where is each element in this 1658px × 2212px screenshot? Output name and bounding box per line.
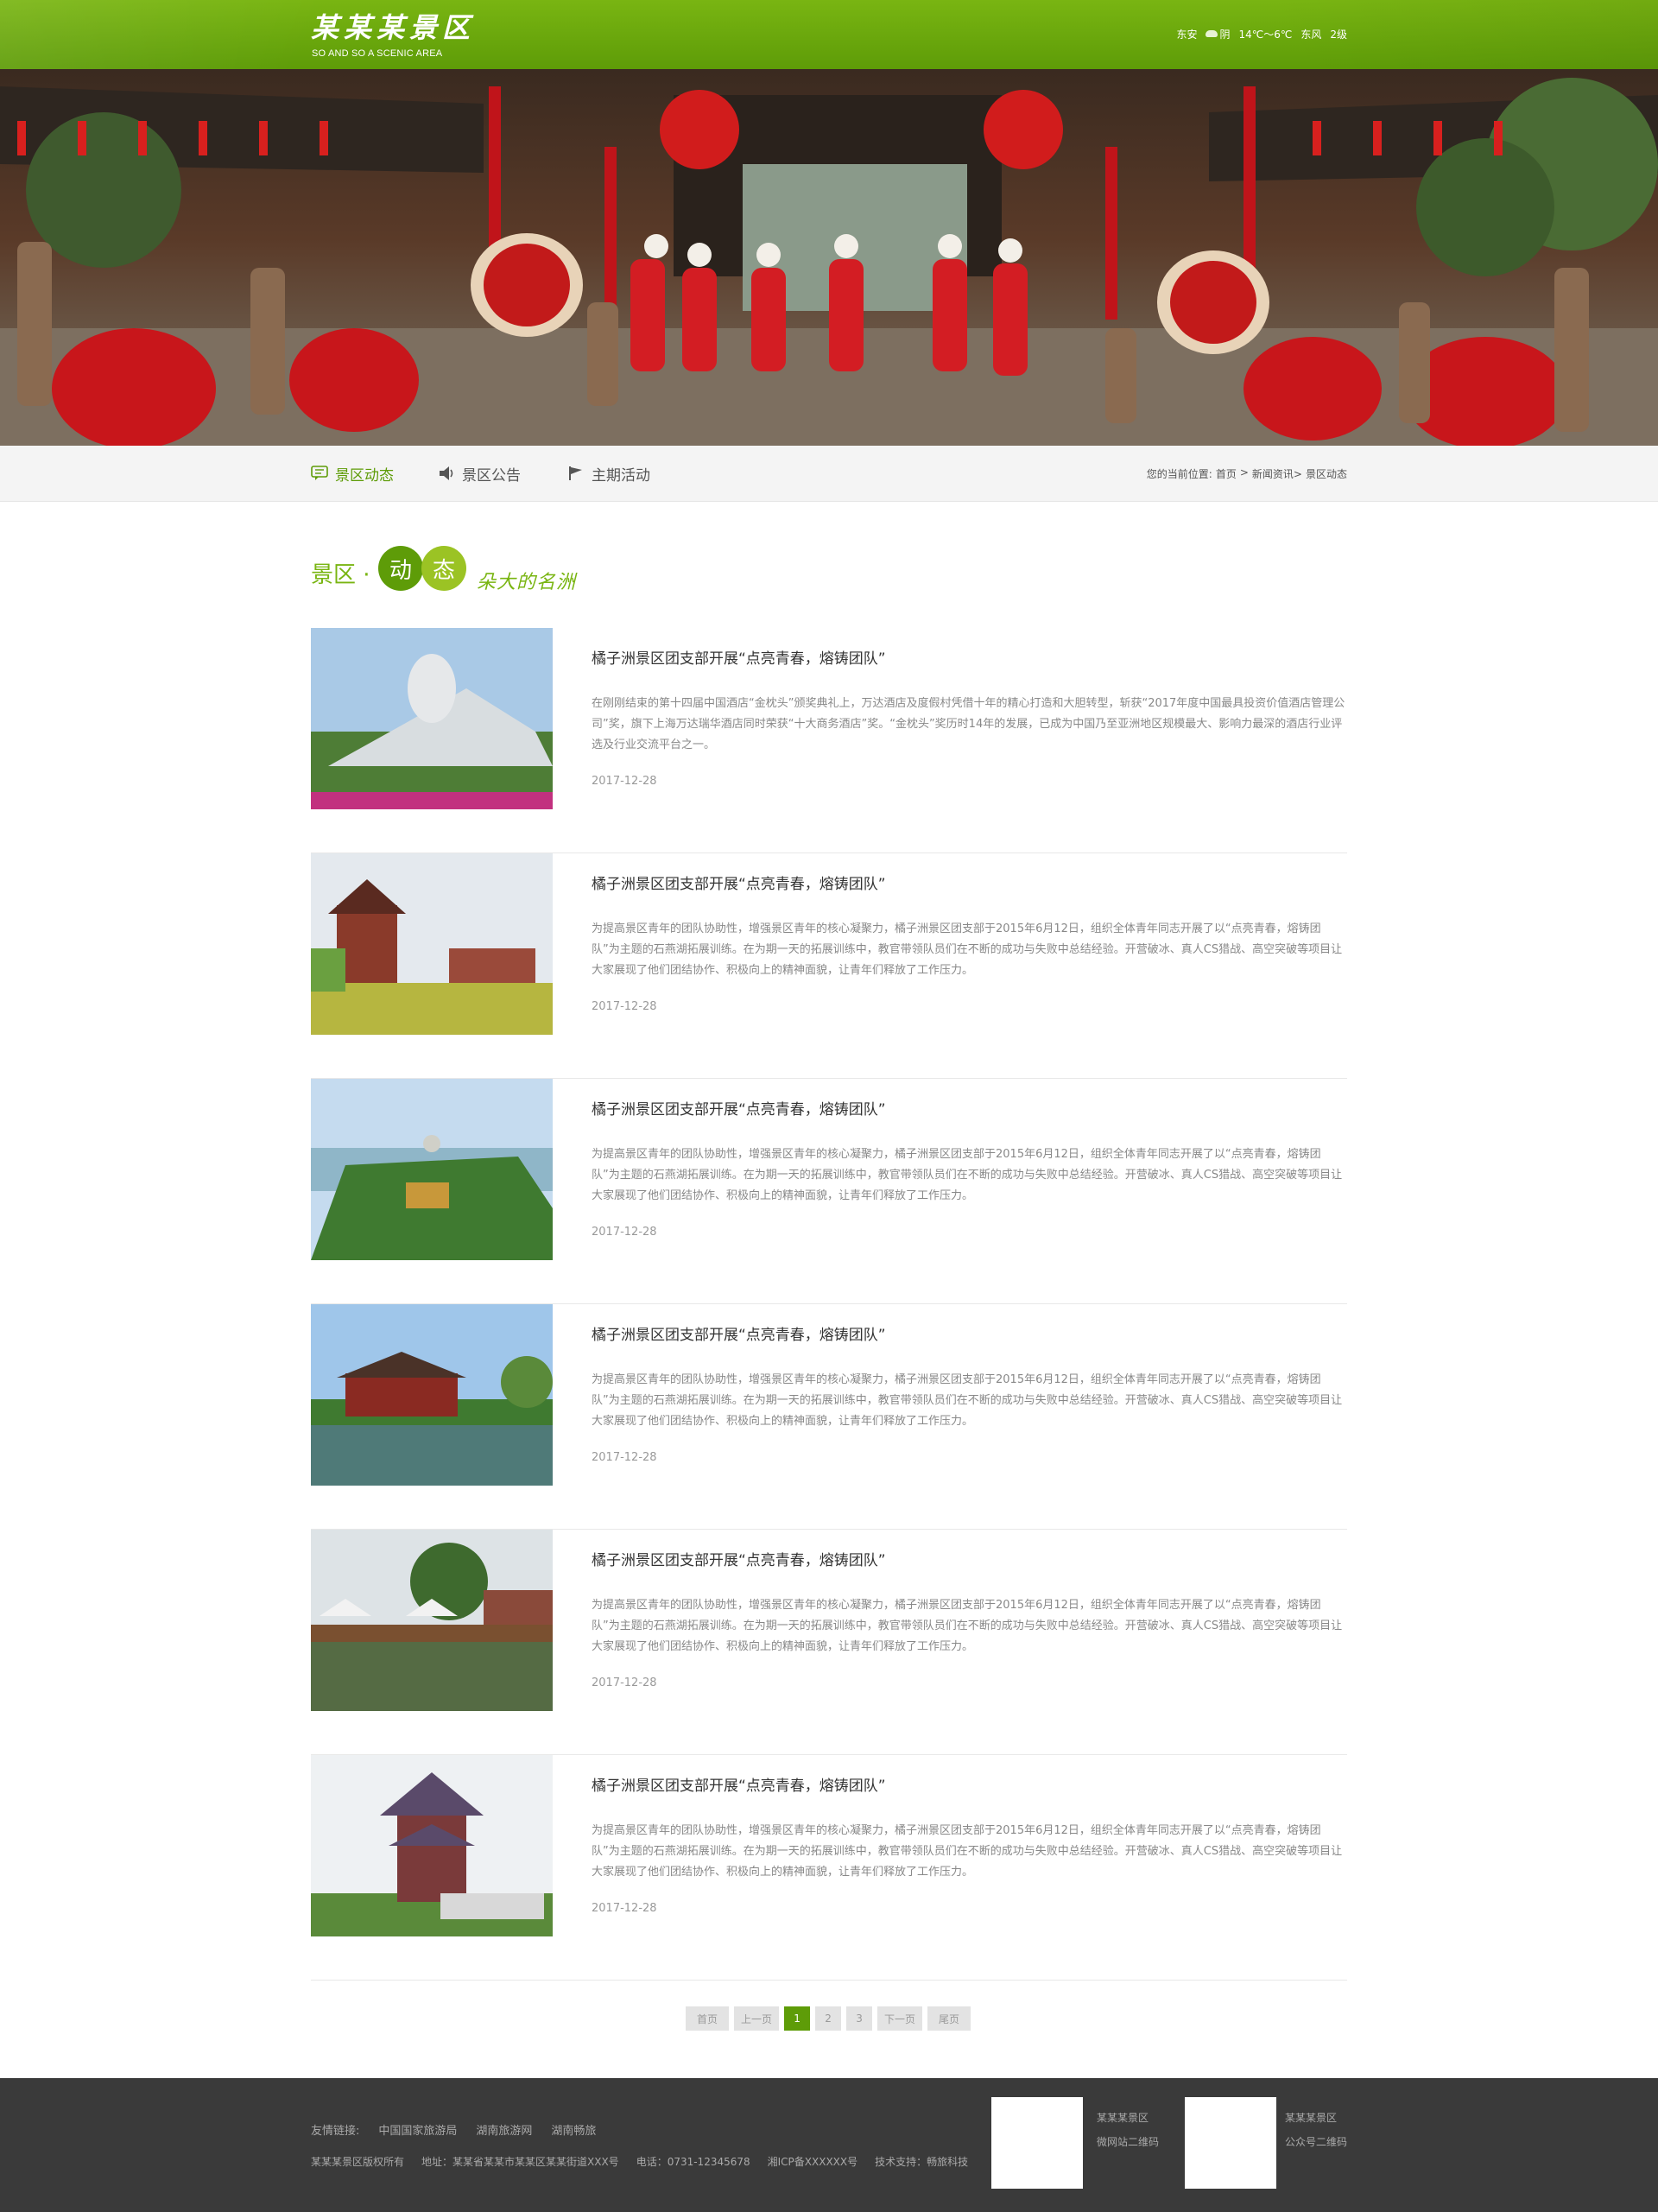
friend-links: 友情链接: 中国国家旅游局 湖南旅游网 湖南畅旅 xyxy=(311,2121,596,2138)
weather-city: 东安 xyxy=(1176,29,1198,41)
news-date: 2017-12-28 xyxy=(592,1226,657,1239)
qr-code-image xyxy=(1185,2097,1276,2189)
news-thumbnail[interactable] xyxy=(311,853,553,1035)
site-logo[interactable]: 某某某景区 xyxy=(311,12,475,43)
news-item[interactable]: 橘子洲景区团支部开展“点亮青春，熔铸团队” 在刚刚结束的第十四届中国酒店“金枕头… xyxy=(311,628,1347,853)
site-header: 某某某景区 SO AND SO A SCENIC AREA 东安 阴 14℃～6… xyxy=(0,0,1658,69)
news-summary: 为提高景区青年的团队协助性，增强景区青年的核心凝聚力，橘子洲景区团支部于2015… xyxy=(592,1373,1343,1428)
news-item[interactable]: 橘子洲景区团支部开展“点亮青春，熔铸团队” 为提高景区青年的团队协助性，增强景区… xyxy=(311,1530,1347,1755)
page-3-button[interactable]: 3 xyxy=(846,2006,873,2031)
breadcrumb-current: 景区动态 xyxy=(1305,468,1347,480)
weather-wind-level: 2级 xyxy=(1330,29,1347,41)
news-title[interactable]: 橘子洲景区团支部开展“点亮青春，熔铸团队” xyxy=(592,1100,886,1120)
tab-label: 景区动态 xyxy=(335,466,394,485)
pagination: 首页 上一页 1 2 3 下一页 尾页 xyxy=(686,2006,971,2031)
weather-condition: 阴 xyxy=(1206,28,1230,41)
next-page-button[interactable]: 下一页 xyxy=(877,2006,923,2031)
news-summary: 在刚刚结束的第十四届中国酒店“金枕头”颁奖典礼上，万达酒店及度假村凭借十年的精心… xyxy=(592,697,1345,751)
news-summary: 为提高景区青年的团队协助性，增强景区青年的核心凝聚力，橘子洲景区团支部于2015… xyxy=(592,922,1343,977)
tab-scenic-notice[interactable]: 景区公告 xyxy=(438,463,521,485)
news-date: 2017-12-28 xyxy=(592,775,657,788)
icp-number[interactable]: 湘ICP备XXXXXX号 xyxy=(768,2154,857,2169)
news-thumbnail[interactable] xyxy=(311,628,553,809)
banner-illustration xyxy=(0,78,1658,446)
breadcrumb-home-link[interactable]: 首页 xyxy=(1216,466,1237,481)
qr-code-title: 某某某景区 xyxy=(1285,2112,1338,2124)
breadcrumb-separator: > xyxy=(1239,466,1249,479)
news-date: 2017-12-28 xyxy=(592,1676,657,1689)
qr-code-image xyxy=(991,2097,1083,2189)
flag-icon xyxy=(567,466,585,481)
last-page-button[interactable]: 尾页 xyxy=(927,2006,971,2031)
friend-link[interactable]: 中国国家旅游局 xyxy=(378,2121,457,2138)
news-item[interactable]: 橘子洲景区团支部开展“点亮青春，熔铸团队” 为提高景区青年的团队协助性，增强景区… xyxy=(311,853,1347,1079)
news-item[interactable]: 橘子洲景区团支部开展“点亮青春，熔铸团队” 为提高景区青年的团队协助性，增强景区… xyxy=(311,1304,1347,1530)
news-summary: 为提高景区青年的团队协助性，增强景区青年的核心凝聚力，橘子洲景区团支部于2015… xyxy=(592,1599,1343,1653)
weather-wind: 东风 xyxy=(1300,29,1322,41)
news-thumbnail[interactable] xyxy=(311,1079,553,1260)
qr-code-title: 某某某景区 xyxy=(1097,2112,1149,2124)
tech-support: 技术支持：畅旅科技 xyxy=(875,2156,969,2168)
friend-links-label: 友情链接: xyxy=(311,2125,360,2138)
hero-banner-image xyxy=(0,69,1658,446)
tab-label: 景区公告 xyxy=(462,466,521,485)
news-date: 2017-12-28 xyxy=(592,1451,657,1464)
news-title[interactable]: 橘子洲景区团支部开展“点亮青春，熔铸团队” xyxy=(592,1325,886,1346)
section-slogan: 朵大的名洲 xyxy=(477,572,577,593)
news-summary: 为提高景区青年的团队协助性，增强景区青年的核心凝聚力，橘子洲景区团支部于2015… xyxy=(592,1824,1343,1879)
news-date: 2017-12-28 xyxy=(592,1000,657,1013)
tab-themed-events[interactable]: 主期活动 xyxy=(567,463,650,485)
section-title-circle: 态 xyxy=(421,546,466,591)
weather-widget: 东安 阴 14℃～6℃ 东风 2级 xyxy=(1176,28,1347,41)
news-item[interactable]: 橘子洲景区团支部开展“点亮青春，熔铸团队” 为提高景区青年的团队协助性，增强景区… xyxy=(311,1079,1347,1304)
news-thumbnail[interactable] xyxy=(311,1755,553,1936)
site-footer: 友情链接: 中国国家旅游局 湖南旅游网 湖南畅旅 某某某景区版权所有 地址：某某… xyxy=(0,2078,1658,2212)
news-title[interactable]: 橘子洲景区团支部开展“点亮青春，熔铸团队” xyxy=(592,1776,886,1797)
friend-link[interactable]: 湖南畅旅 xyxy=(551,2121,596,2138)
tab-label: 主期活动 xyxy=(592,466,650,485)
section-title-circle: 动 xyxy=(378,546,423,591)
phone: 电话：0731-12345678 xyxy=(636,2156,750,2168)
breadcrumb-news-link[interactable]: 新闻资讯> xyxy=(1252,466,1302,481)
news-title[interactable]: 橘子洲景区团支部开展“点亮青春，熔铸团队” xyxy=(592,649,886,669)
news-title[interactable]: 橘子洲景区团支部开展“点亮青春，熔铸团队” xyxy=(592,874,886,895)
friend-link[interactable]: 湖南旅游网 xyxy=(476,2121,532,2138)
page-1-button[interactable]: 1 xyxy=(784,2006,811,2031)
tab-scenic-news[interactable]: 景区动态 xyxy=(311,463,394,485)
news-date: 2017-12-28 xyxy=(592,1902,657,1915)
first-page-button[interactable]: 首页 xyxy=(686,2006,729,2031)
news-summary: 为提高景区青年的团队协助性，增强景区青年的核心凝聚力，橘子洲景区团支部于2015… xyxy=(592,1148,1343,1202)
page-2-button[interactable]: 2 xyxy=(815,2006,842,2031)
footer-info: 某某某景区版权所有 地址：某某省某某市某某区某某街道XXX号 电话：0731-1… xyxy=(311,2154,968,2169)
news-thumbnail[interactable] xyxy=(311,1304,553,1486)
address: 地址：某某省某某市某某区某某街道XXX号 xyxy=(421,2156,619,2168)
news-thumbnail[interactable] xyxy=(311,1530,553,1711)
cloud-icon xyxy=(1206,30,1218,37)
qr-code-caption: 公众号二维码 xyxy=(1285,2136,1348,2148)
qr-code-caption: 微网站二维码 xyxy=(1097,2136,1160,2148)
speaker-icon xyxy=(438,466,455,481)
sub-navigation: 景区动态 景区公告 主期活动 您的当前位置: 首页 > 新闻资讯> 景区动态 xyxy=(0,446,1658,502)
site-logo-subtitle: SO AND SO A SCENIC AREA xyxy=(312,48,443,59)
news-item[interactable]: 橘子洲景区团支部开展“点亮青春，熔铸团队” 为提高景区青年的团队协助性，增强景区… xyxy=(311,1755,1347,1981)
news-title[interactable]: 橘子洲景区团支部开展“点亮青春，熔铸团队” xyxy=(592,1550,886,1571)
breadcrumb-prefix: 您的当前位置: xyxy=(1146,468,1212,480)
breadcrumb: 您的当前位置: 首页 > 新闻资讯> 景区动态 xyxy=(1147,466,1347,481)
section-title-label: 景区 · xyxy=(311,562,370,588)
weather-temperature: 14℃～6℃ xyxy=(1238,29,1293,41)
copyright: 某某某景区版权所有 xyxy=(311,2156,405,2168)
comment-icon xyxy=(311,466,328,481)
weather-condition-text: 阴 xyxy=(1219,29,1231,41)
prev-page-button[interactable]: 上一页 xyxy=(734,2006,780,2031)
